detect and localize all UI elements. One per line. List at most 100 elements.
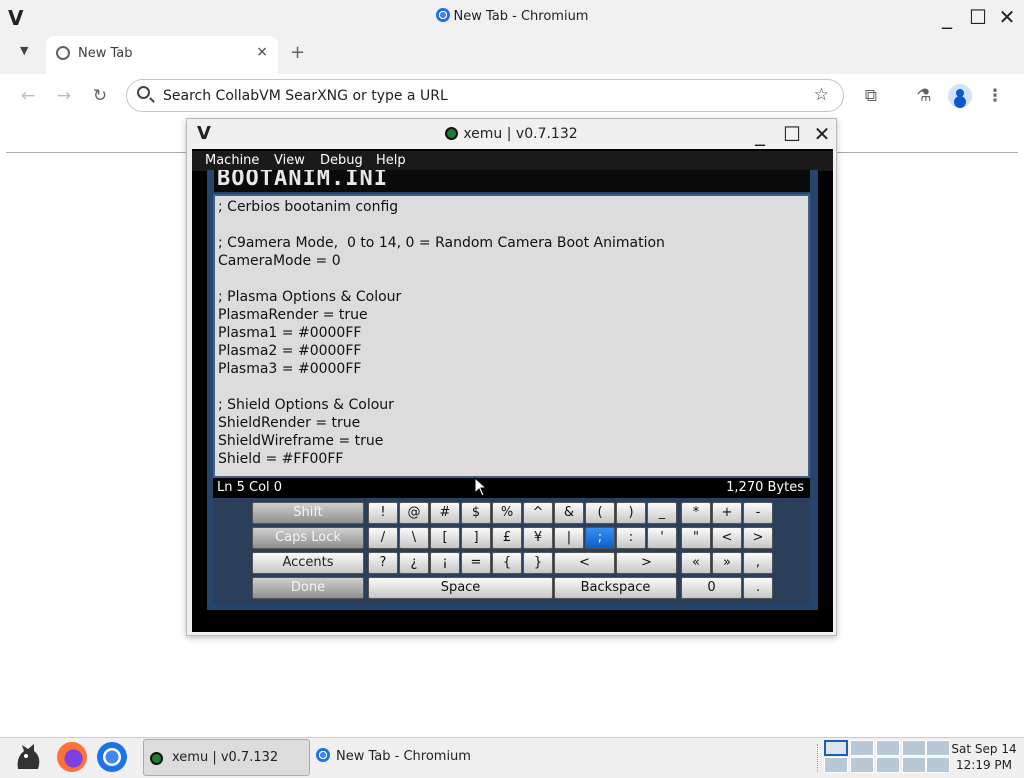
editor-line: CameraMode = 0 (218, 253, 341, 269)
key[interactable]: { (492, 552, 522, 574)
key[interactable]: ¿ (399, 552, 429, 574)
key-zero[interactable]: 0 (681, 577, 742, 599)
key[interactable]: ¥ (523, 527, 553, 549)
key[interactable]: \ (399, 527, 429, 549)
key[interactable]: : (616, 527, 646, 549)
key[interactable]: _ (647, 502, 677, 524)
tab-label: New Tab (78, 46, 133, 61)
key[interactable]: ' (647, 527, 677, 549)
workspace-3[interactable] (876, 740, 900, 756)
editor-line: ; C9amera Mode, 0 to 14, 0 = Random Came… (218, 235, 665, 251)
key[interactable]: ( (585, 502, 615, 524)
back-icon[interactable]: ← (17, 86, 39, 106)
firefox-icon[interactable] (57, 742, 87, 772)
file-size: 1,270 Bytes (726, 480, 804, 495)
key[interactable]: + (712, 502, 742, 524)
profile-icon[interactable] (948, 84, 972, 108)
xemu-minimize-button[interactable]: _ (747, 121, 773, 147)
cursor-position: Ln 5 Col 0 (217, 480, 283, 495)
key[interactable]: $ (461, 502, 491, 524)
workspace-10[interactable] (926, 757, 950, 773)
workspace-4[interactable] (902, 740, 926, 756)
key[interactable]: # (430, 502, 460, 524)
workspace-8[interactable] (876, 757, 900, 773)
maximize-button[interactable]: ☐ (965, 4, 991, 30)
labs-icon[interactable]: ⚗ (913, 86, 935, 106)
key-caps-lock[interactable]: Caps Lock (252, 527, 364, 549)
key[interactable]: } (523, 552, 553, 574)
xemu-close-button[interactable]: ✕ (809, 121, 835, 147)
omnibox-input[interactable] (163, 86, 763, 106)
editor-line: ; Cerbios bootanim config (218, 199, 399, 215)
key[interactable]: < (554, 552, 615, 574)
reload-icon[interactable]: ↻ (89, 86, 111, 106)
key-space[interactable]: Space (368, 577, 553, 599)
workspace-9[interactable] (902, 757, 926, 773)
key[interactable]: > (616, 552, 677, 574)
key[interactable]: @ (399, 502, 429, 524)
menu-debug[interactable]: Debug (320, 153, 363, 168)
key-selected[interactable]: ; (585, 527, 615, 549)
key[interactable]: > (743, 527, 773, 549)
extensions-icon[interactable]: ⧉ (860, 86, 882, 106)
key[interactable]: £ (492, 527, 522, 549)
xemu-maximize-button[interactable]: ☐ (779, 121, 805, 147)
key[interactable]: ? (368, 552, 398, 574)
workspace-1[interactable] (824, 740, 848, 756)
key[interactable]: ! (368, 502, 398, 524)
menu-machine[interactable]: Machine (205, 153, 259, 168)
taskbar-item-chromium[interactable]: New Tab - Chromium (316, 748, 471, 764)
key-dot[interactable]: . (743, 577, 773, 599)
key[interactable]: ) (616, 502, 646, 524)
workspace-2[interactable] (850, 740, 874, 756)
forward-icon[interactable]: → (53, 86, 75, 106)
chromium-icon (435, 8, 450, 22)
address-bar[interactable]: ☆ (126, 79, 844, 112)
start-menu-icon[interactable] (12, 741, 44, 773)
key[interactable]: ¡ (430, 552, 460, 574)
menu-icon[interactable]: ⋮ (984, 86, 1006, 106)
key[interactable]: & (554, 502, 584, 524)
tab-search-icon[interactable]: ▼ (20, 44, 28, 57)
key[interactable]: - (743, 502, 773, 524)
close-button[interactable]: ✕ (994, 4, 1020, 30)
key[interactable]: = (461, 552, 491, 574)
text-editor[interactable]: ; Cerbios bootanim config ; C9amera Mode… (213, 194, 810, 478)
key-done[interactable]: Done (252, 577, 364, 599)
key-accents[interactable]: Accents (252, 552, 364, 574)
key[interactable]: » (712, 552, 742, 574)
key[interactable]: [ (430, 527, 460, 549)
taskbar-item-xemu[interactable]: xemu | v0.7.132 (143, 739, 310, 776)
key[interactable]: / (368, 527, 398, 549)
editor-line: ; Shield Options & Colour (218, 397, 394, 413)
key[interactable]: « (681, 552, 711, 574)
key[interactable]: | (554, 527, 584, 549)
minimize-button[interactable]: _ (934, 4, 960, 30)
xemu-titlebar[interactable]: V xemu | v0.7.132 _ ☐ ✕ (187, 119, 836, 149)
tab-close-icon[interactable]: × (256, 44, 268, 60)
bookmark-star-icon[interactable]: ☆ (814, 85, 829, 105)
key[interactable]: " (681, 527, 711, 549)
new-tab-button[interactable]: + (290, 42, 305, 63)
menu-view[interactable]: View (274, 153, 305, 168)
workspace-5[interactable] (926, 740, 950, 756)
taskbar-item-label: xemu | v0.7.132 (172, 750, 279, 765)
chromium-launcher-icon[interactable] (97, 742, 127, 772)
menu-help[interactable]: Help (376, 153, 406, 168)
workspace-6[interactable] (824, 757, 848, 773)
chromium-icon (316, 748, 330, 762)
key[interactable]: ^ (523, 502, 553, 524)
workspace-7[interactable] (850, 757, 874, 773)
key[interactable]: ] (461, 527, 491, 549)
window-titlebar[interactable]: V New Tab - Chromium _ ☐ ✕ (0, 0, 1024, 34)
key[interactable]: * (681, 502, 711, 524)
key[interactable]: < (712, 527, 742, 549)
editor-line: PlasmaRender = true (218, 307, 368, 323)
key[interactable]: % (492, 502, 522, 524)
key-shift[interactable]: Shift (252, 502, 364, 524)
clock[interactable]: Sat Sep 14 12:19 PM (948, 741, 1020, 773)
key-backspace[interactable]: Backspace (554, 577, 677, 599)
key[interactable]: , (743, 552, 773, 574)
tab-new-tab[interactable]: New Tab × (46, 36, 278, 74)
clock-time: 12:19 PM (956, 758, 1012, 772)
